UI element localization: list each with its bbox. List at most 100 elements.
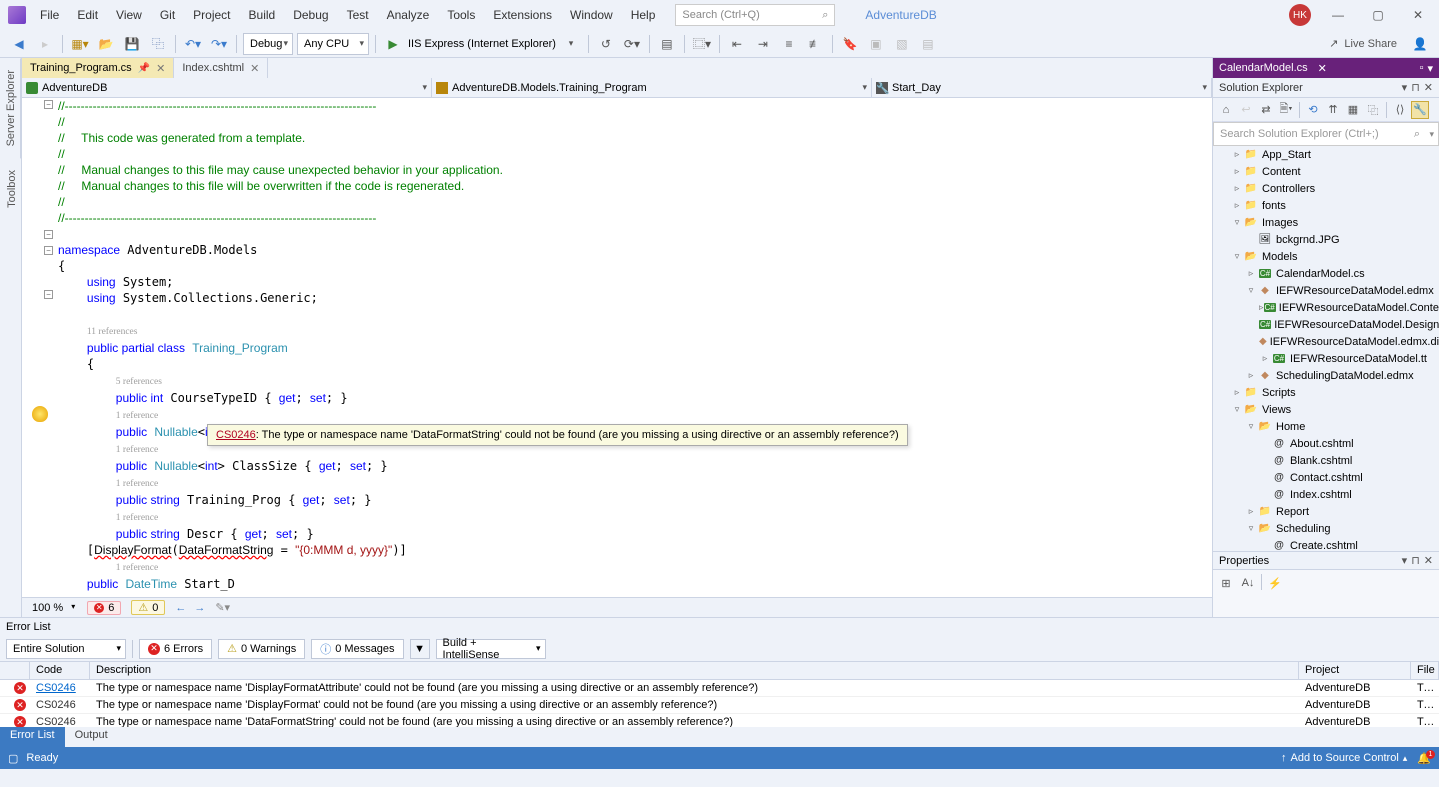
- pin-icon[interactable]: 📌: [138, 63, 150, 74]
- tree-item[interactable]: ▹CalendarModel.cs: [1213, 265, 1439, 282]
- live-share-button[interactable]: ↗ Live Share: [1321, 37, 1405, 50]
- expand-icon[interactable]: ▹: [1259, 353, 1271, 364]
- nav-member-combo[interactable]: 🔧Start_Day: [872, 78, 1212, 97]
- props-events-icon[interactable]: ⚡: [1266, 574, 1284, 592]
- tree-item[interactable]: ▹IEFWResourceDataModel.tt: [1213, 350, 1439, 367]
- expand-icon[interactable]: ▿: [1231, 251, 1243, 262]
- filter-funnel-icon[interactable]: ▼: [410, 639, 430, 659]
- tb-icon-1[interactable]: ▤: [656, 33, 678, 55]
- close-tab-icon[interactable]: ✕: [250, 62, 259, 75]
- notifications-button[interactable]: 🔔1: [1417, 752, 1431, 765]
- expand-icon[interactable]: ▹: [1245, 370, 1257, 381]
- tb-icon-5[interactable]: ▤: [917, 33, 939, 55]
- browser-link-icon[interactable]: ↺: [595, 33, 617, 55]
- error-row[interactable]: ✕CS0246The type or namespace name 'Displ…: [0, 697, 1439, 714]
- zoom-combo[interactable]: 100 %: [28, 602, 77, 614]
- expand-icon[interactable]: ▹: [1231, 166, 1243, 177]
- warnings-filter-button[interactable]: ⚠0 Warnings: [218, 639, 305, 659]
- preview-keep-icon[interactable]: ▫: [1420, 62, 1424, 75]
- run-target-button[interactable]: IIS Express (Internet Explorer): [408, 38, 556, 50]
- tree-item[interactable]: ▹Controllers: [1213, 180, 1439, 197]
- add-source-control-button[interactable]: ↑ Add to Source Control ▴: [1281, 752, 1407, 764]
- tree-item[interactable]: ▹SchedulingDataModel.edmx: [1213, 367, 1439, 384]
- tree-item[interactable]: ▿Home: [1213, 418, 1439, 435]
- tree-item[interactable]: IEFWResourceDataModel.Designe: [1213, 316, 1439, 333]
- build-filter-combo[interactable]: Build + IntelliSense: [436, 639, 546, 659]
- tree-item[interactable]: bckgrnd.JPG: [1213, 231, 1439, 248]
- se-filter-icon[interactable]: 🗎▾: [1277, 101, 1295, 119]
- tree-item[interactable]: Create.cshtml: [1213, 537, 1439, 551]
- menu-test[interactable]: Test: [339, 4, 377, 26]
- tree-item[interactable]: ▹Report: [1213, 503, 1439, 520]
- refresh-icon[interactable]: ⟳▾: [621, 33, 643, 55]
- errors-filter-button[interactable]: ✕6 Errors: [139, 639, 212, 659]
- menu-view[interactable]: View: [108, 4, 150, 26]
- se-back-icon[interactable]: ↩: [1237, 101, 1255, 119]
- maximize-button[interactable]: ▢: [1365, 5, 1391, 25]
- side-tab-toolbox[interactable]: Toolbox: [0, 158, 21, 220]
- redo-button[interactable]: ↷▾: [208, 33, 230, 55]
- menu-edit[interactable]: Edit: [69, 4, 106, 26]
- se-refresh-icon[interactable]: ⟲: [1304, 101, 1322, 119]
- se-search-input[interactable]: Search Solution Explorer (Ctrl+;) ⌕ ▾: [1213, 122, 1439, 146]
- indent-icon[interactable]: ⇤: [726, 33, 748, 55]
- menu-debug[interactable]: Debug: [285, 4, 336, 26]
- doc-tab[interactable]: Index.cshtml✕: [174, 58, 268, 78]
- prev-issue-button[interactable]: ←: [175, 602, 186, 614]
- tree-item[interactable]: ▹App_Start: [1213, 146, 1439, 163]
- menu-extensions[interactable]: Extensions: [485, 4, 560, 26]
- tooltip-code[interactable]: CS0246: [216, 429, 256, 441]
- tree-item[interactable]: IEFWResourceDataModel.edmx.di: [1213, 333, 1439, 350]
- se-close-icon[interactable]: ✕: [1424, 81, 1433, 94]
- props-close-icon[interactable]: ✕: [1424, 554, 1433, 567]
- props-pin-icon[interactable]: ⊓: [1411, 554, 1420, 567]
- se-collapse-icon[interactable]: ⇈: [1324, 101, 1342, 119]
- error-scope-combo[interactable]: Entire Solution: [6, 639, 126, 659]
- config-combo[interactable]: Debug: [243, 33, 293, 55]
- save-all-button[interactable]: ⿻: [147, 33, 169, 55]
- menu-git[interactable]: Git: [152, 4, 183, 26]
- tb-icon-3[interactable]: ▣: [865, 33, 887, 55]
- new-project-button[interactable]: ▦▾: [69, 33, 91, 55]
- side-tab-server-explorer[interactable]: Server Explorer: [0, 58, 21, 158]
- props-cat-icon[interactable]: ⊞: [1217, 574, 1235, 592]
- se-preview-icon[interactable]: 🔧: [1411, 101, 1429, 119]
- bookmark-icon[interactable]: 🔖: [839, 33, 861, 55]
- bottom-tab-output[interactable]: Output: [65, 727, 118, 747]
- expand-icon[interactable]: ▿: [1231, 404, 1243, 415]
- bottom-tab-error-list[interactable]: Error List: [0, 727, 65, 747]
- menu-tools[interactable]: Tools: [439, 4, 483, 26]
- tree-item[interactable]: ▿Images: [1213, 214, 1439, 231]
- code-editor[interactable]: − − − − //------------------------------…: [22, 98, 1212, 597]
- expand-icon[interactable]: ▹: [1231, 149, 1243, 160]
- open-button[interactable]: 📂: [95, 33, 117, 55]
- nav-back-button[interactable]: ◀: [8, 33, 30, 55]
- expand-icon[interactable]: ▿: [1245, 285, 1257, 296]
- tree-item[interactable]: ▹IEFWResourceDataModel.Context: [1213, 299, 1439, 316]
- expand-icon[interactable]: ▿: [1231, 217, 1243, 228]
- tb-icon-4[interactable]: ▧: [891, 33, 913, 55]
- feedback-icon[interactable]: 👤: [1409, 33, 1431, 55]
- error-code-link[interactable]: CS0246: [36, 682, 76, 694]
- menu-project[interactable]: Project: [185, 4, 238, 26]
- minimize-button[interactable]: —: [1325, 5, 1351, 25]
- next-issue-button[interactable]: →: [194, 602, 205, 614]
- tree-item[interactable]: ▹Scripts: [1213, 384, 1439, 401]
- comment-icon[interactable]: ≡: [778, 33, 800, 55]
- tree-item[interactable]: ▿IEFWResourceDataModel.edmx: [1213, 282, 1439, 299]
- tree-item[interactable]: ▹Content: [1213, 163, 1439, 180]
- platform-combo[interactable]: Any CPU: [297, 33, 369, 55]
- props-az-icon[interactable]: A↓: [1239, 574, 1257, 592]
- warning-count-pill[interactable]: ⚠0: [131, 600, 165, 615]
- error-row[interactable]: ✕CS0246The type or namespace name 'Displ…: [0, 680, 1439, 697]
- se-pin-icon[interactable]: ⊓: [1411, 81, 1420, 94]
- se-showall-icon[interactable]: ▦: [1344, 101, 1362, 119]
- doc-tab[interactable]: Training_Program.cs📌✕: [22, 58, 174, 78]
- outdent-icon[interactable]: ⇥: [752, 33, 774, 55]
- tree-item[interactable]: ▹fonts: [1213, 197, 1439, 214]
- menu-build[interactable]: Build: [241, 4, 284, 26]
- tree-item[interactable]: About.cshtml: [1213, 435, 1439, 452]
- se-home-icon[interactable]: ⌂: [1217, 101, 1235, 119]
- se-copy-icon[interactable]: ⿻: [1364, 101, 1382, 119]
- expand-icon[interactable]: ▹: [1231, 200, 1243, 211]
